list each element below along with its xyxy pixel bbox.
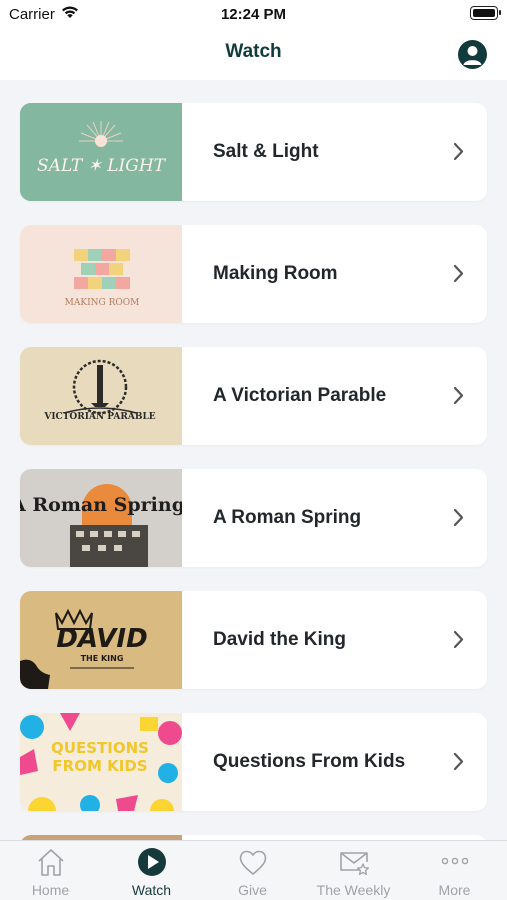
series-card-david-the-king[interactable]: DAVID THE KING David the King	[20, 591, 487, 689]
chevron-right-icon	[453, 630, 464, 649]
tab-watch[interactable]: Watch	[101, 841, 202, 900]
series-card-salt-and-light[interactable]: SALT ✶ LIGHT Salt & Light	[20, 103, 487, 201]
chevron-right-icon	[453, 508, 464, 527]
tab-bar: Home Watch Give The Weekly More	[0, 840, 507, 900]
artwork-text: A Roman Spring	[20, 494, 182, 516]
series-artwork: A Roman Spring	[20, 469, 182, 567]
series-list: SALT ✶ LIGHT Salt & Light MAKING ROOM Ma…	[0, 80, 507, 840]
chevron-right-icon	[453, 386, 464, 405]
profile-button[interactable]	[458, 40, 487, 69]
battery-icon	[470, 6, 501, 20]
series-artwork: DAVID THE KING	[20, 591, 182, 689]
series-card-making-room[interactable]: MAKING ROOM Making Room	[20, 225, 487, 323]
tab-label: Home	[31, 882, 70, 898]
artwork-text: VICTORIAN PARABLE	[43, 412, 155, 422]
play-circle-icon	[137, 848, 166, 876]
tab-label: Watch	[131, 882, 172, 898]
series-artwork: MAKING ROOM	[20, 225, 182, 323]
heart-icon	[239, 850, 266, 876]
artwork-text: QUESTIONS FROM KIDS	[51, 739, 149, 775]
clock: 12:24 PM	[220, 6, 287, 23]
tab-label: More	[438, 882, 471, 898]
series-title: A Victorian Parable	[213, 385, 387, 406]
chevron-right-icon	[453, 142, 464, 161]
chevron-right-icon	[453, 264, 464, 283]
person-icon	[463, 46, 482, 65]
series-artwork: SALT ✶ LIGHT	[20, 103, 182, 201]
chevron-right-icon	[453, 752, 464, 771]
series-title: David the King	[213, 629, 347, 650]
tab-label: The Weekly	[316, 882, 391, 898]
tab-label: Give	[238, 882, 267, 898]
tab-the-weekly[interactable]: The Weekly	[303, 841, 404, 900]
page-title: Watch	[225, 41, 282, 62]
series-title: Salt & Light	[213, 141, 319, 162]
series-title: A Roman Spring	[213, 507, 362, 528]
series-title: Questions From Kids	[213, 751, 406, 772]
home-icon	[37, 849, 64, 876]
series-artwork: VICTORIAN PARABLE	[20, 347, 182, 445]
status-bar: Carrier 12:24 PM	[0, 0, 507, 28]
artwork-text: SALT ✶ LIGHT	[37, 156, 167, 176]
series-card-questions-from-kids[interactable]: QUESTIONS FROM KIDS Questions From Kids	[20, 713, 487, 811]
artwork-subtext: THE KING	[81, 654, 124, 663]
tab-give[interactable]: Give	[202, 841, 303, 900]
series-card-a-roman-spring[interactable]: A Roman Spring A Roman Spring	[20, 469, 487, 567]
ellipsis-icon	[441, 857, 468, 865]
artwork-text: DAVID	[56, 624, 147, 654]
navigation-bar: Watch	[0, 28, 507, 80]
tab-more[interactable]: More	[404, 841, 505, 900]
series-title: Making Room	[213, 263, 338, 284]
tab-home[interactable]: Home	[0, 841, 101, 900]
series-artwork: QUESTIONS FROM KIDS	[20, 713, 182, 811]
envelope-star-icon	[339, 852, 369, 876]
series-card-a-victorian-parable[interactable]: VICTORIAN PARABLE A Victorian Parable	[20, 347, 487, 445]
artwork-text: MAKING ROOM	[65, 298, 140, 308]
